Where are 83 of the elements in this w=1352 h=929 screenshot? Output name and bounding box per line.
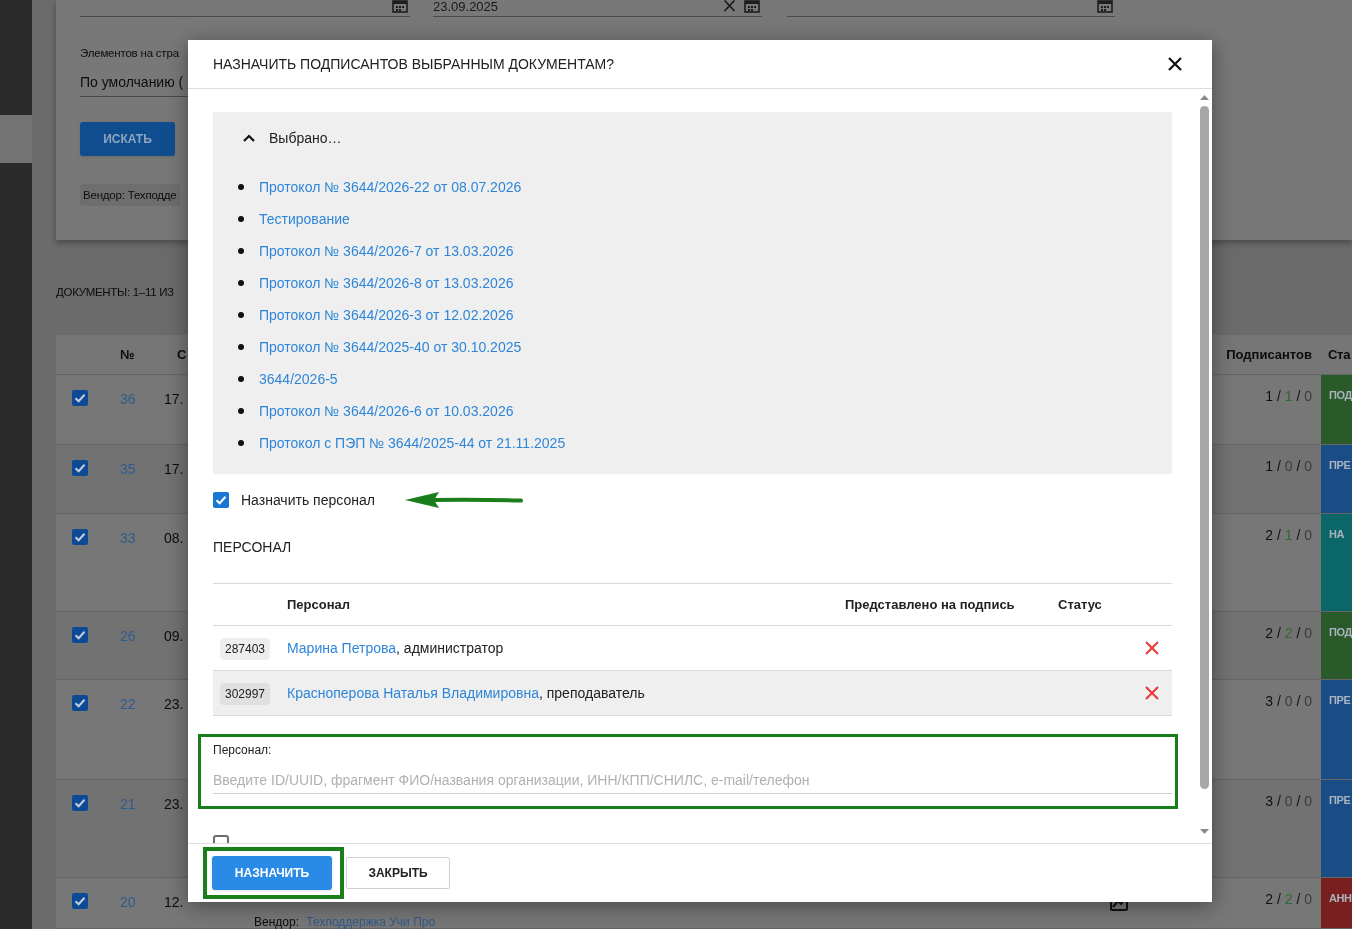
id-chip: 287403 bbox=[220, 638, 271, 660]
checkbox-label[interactable]: Назначить персонал bbox=[241, 489, 375, 511]
column-header: Представлено на подпись bbox=[845, 595, 1015, 614]
bullet-icon bbox=[238, 440, 244, 446]
column-header: Персонал bbox=[287, 595, 351, 614]
personnel-search-field[interactable]: Введите ID/UUID, фрагмент ФИО/названия организации, ИНН/КПП/СНИЛС, e-mail/телефон bbox=[213, 766, 1172, 794]
date-field[interactable] bbox=[80, 0, 410, 17]
field-label: Элементов на стра bbox=[80, 46, 179, 61]
calendar-icon[interactable] bbox=[1097, 0, 1113, 13]
section-title: ПЕРСОНАЛ bbox=[213, 538, 292, 556]
staff-name-link[interactable]: Красноперова Наталья Владимировна bbox=[287, 684, 539, 701]
column-header[interactable]: Подписантов bbox=[1212, 344, 1321, 365]
remove-icon[interactable] bbox=[1144, 640, 1160, 656]
signer-count: 1 / 1 / 0 bbox=[1264, 387, 1313, 405]
document-link[interactable]: Протокол № 3644/2026-8 от 13.03.2026 bbox=[259, 272, 514, 294]
row-checkbox[interactable] bbox=[72, 390, 88, 406]
row-checkbox[interactable] bbox=[72, 627, 88, 643]
bullet-icon bbox=[238, 344, 244, 350]
row-checkbox[interactable] bbox=[72, 460, 88, 476]
bullet-icon bbox=[238, 184, 244, 190]
status-label: ПРЕ bbox=[1321, 780, 1352, 877]
column-header[interactable]: № bbox=[120, 346, 135, 362]
remove-icon[interactable] bbox=[1144, 685, 1160, 701]
chevron-up-icon[interactable] bbox=[243, 134, 255, 142]
status-label: АНН bbox=[1321, 878, 1352, 928]
document-link[interactable]: Протокол № 3644/2026-22 от 08.07.2026 bbox=[259, 176, 522, 198]
document-link[interactable]: Протокол № 3644/2026-6 от 10.03.2026 bbox=[259, 400, 514, 422]
staff-entry: Красноперова Наталья Владимировна, преподаватель bbox=[287, 683, 645, 703]
date-text: 23. bbox=[164, 796, 184, 812]
field-label: Персонал: bbox=[213, 743, 272, 758]
date-text: 12. bbox=[164, 894, 184, 910]
document-link[interactable]: Протокол № 3644/2026-3 от 12.02.2026 bbox=[259, 304, 514, 326]
status-label: ПОД bbox=[1321, 375, 1352, 444]
bullet-icon bbox=[238, 280, 244, 286]
staff-entry: Марина Петрова, администратор bbox=[287, 638, 504, 658]
status-label: ПРЕ bbox=[1321, 445, 1352, 513]
bullet-icon bbox=[238, 312, 244, 318]
status-label: НА bbox=[1321, 514, 1352, 611]
status-label: ПРЕ bbox=[1321, 680, 1352, 779]
documents-heading: ДОКУМЕНТЫ: 1–11 ИЗ bbox=[56, 285, 174, 300]
date-text: 08. bbox=[164, 530, 184, 546]
bullet-icon bbox=[238, 376, 244, 382]
column-header[interactable]: Ста bbox=[1321, 344, 1352, 365]
close-icon[interactable] bbox=[1167, 56, 1183, 72]
date-text: 17. bbox=[164, 391, 184, 407]
row-checkbox[interactable] bbox=[72, 529, 88, 545]
column-header: Статус bbox=[1058, 595, 1102, 614]
scroll-up-icon[interactable] bbox=[1200, 95, 1209, 100]
date-text: 23. bbox=[164, 696, 184, 712]
row-checkbox[interactable] bbox=[72, 893, 88, 909]
document-link[interactable]: Протокол с ПЭП № 3644/2025-44 от 21.11.2025 bbox=[259, 432, 566, 454]
assign-button[interactable]: НАЗНАЧИТЬ bbox=[212, 856, 332, 890]
dialog-title: НАЗНАЧИТЬ ПОДПИСАНТОВ ВЫБРАННЫМ ДОКУМЕНТАМ? bbox=[213, 54, 615, 74]
date-text: 09. bbox=[164, 628, 184, 644]
filter-chip[interactable]: Вендор: Техподде bbox=[80, 184, 180, 206]
checkbox[interactable] bbox=[213, 492, 229, 508]
date-field[interactable] bbox=[787, 0, 1115, 17]
close-button[interactable]: ЗАКРЫТЬ bbox=[346, 857, 450, 889]
clear-icon[interactable] bbox=[723, 0, 736, 12]
row-checkbox[interactable] bbox=[72, 795, 88, 811]
search-button[interactable]: ИСКАТЬ bbox=[80, 122, 175, 156]
expand-toggle[interactable]: Выбрано… bbox=[243, 124, 342, 152]
signer-count: 2 / 2 / 0 bbox=[1264, 890, 1313, 908]
signer-count: 3 / 0 / 0 bbox=[1264, 692, 1313, 710]
document-link[interactable]: Протокол № 3644/2026-7 от 13.03.2026 bbox=[259, 240, 514, 262]
row-checkbox[interactable] bbox=[72, 695, 88, 711]
calendar-icon[interactable] bbox=[392, 0, 408, 13]
vendor-line: Вендор: Техподдержка Учи Про bbox=[254, 916, 436, 929]
id-chip: 302997 bbox=[220, 683, 271, 705]
bullet-icon bbox=[238, 248, 244, 254]
status-label: ПОД bbox=[1321, 612, 1352, 679]
document-link[interactable]: 3644/2026-5 bbox=[259, 368, 338, 390]
date-field[interactable]: 23.09.2025 bbox=[433, 0, 762, 17]
calendar-icon[interactable] bbox=[744, 0, 760, 13]
date-text: 17. bbox=[164, 461, 184, 477]
document-link[interactable]: Протокол № 3644/2025-40 от 30.10.2025 bbox=[259, 336, 522, 358]
scroll-down-icon[interactable] bbox=[1200, 829, 1209, 834]
scrollbar-thumb[interactable] bbox=[1200, 106, 1209, 789]
signer-count: 2 / 1 / 0 bbox=[1264, 526, 1313, 544]
bullet-icon bbox=[238, 408, 244, 414]
document-link[interactable]: Тестирование bbox=[259, 208, 350, 230]
bullet-icon bbox=[238, 216, 244, 222]
column-header[interactable]: С bbox=[177, 346, 187, 362]
